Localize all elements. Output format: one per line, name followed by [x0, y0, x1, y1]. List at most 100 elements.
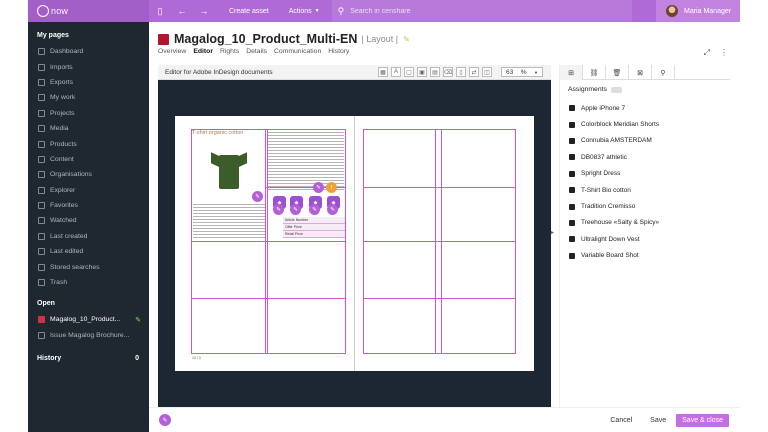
more-options-icon[interactable]: ⋮ [720, 48, 728, 58]
count-badge [610, 86, 622, 93]
product-cube-icon [569, 187, 575, 194]
zoom-select[interactable]: 63 % ▼ [501, 67, 543, 77]
page-icon[interactable]: ▯ [456, 67, 466, 77]
brand-text: now [51, 6, 69, 16]
user-menu[interactable]: Maria Manager [656, 0, 740, 22]
sidebar-item-watched[interactable]: Watched [28, 213, 149, 228]
edit-badge-icon[interactable]: ✎ [290, 204, 301, 215]
top-bar: now ▯ ← → Create asset Actions ▼ ⚲ Maria… [28, 0, 740, 22]
my-pages-heading: My pages [37, 32, 69, 39]
page-title: Magalog_10_Product_Multi-EN [174, 32, 358, 46]
sidebar-item-content[interactable]: Content [28, 152, 149, 167]
open-item-issue-magalog[interactable]: Issue Magalog Brochure... [28, 328, 149, 343]
pencil-icon[interactable]: ✎ [403, 35, 410, 44]
list-item[interactable]: Treehouse «Salty & Spicy» [560, 215, 730, 231]
watched-icon [38, 217, 45, 225]
price-table[interactable]: Article Number Offer Price Retail Price [283, 217, 345, 238]
link-icon[interactable]: ⛓ [583, 65, 606, 80]
sidebar-item-trash[interactable]: Trash [28, 275, 149, 290]
edit-badge-icon[interactable]: ✎ [273, 204, 284, 215]
sidebar-item-products[interactable]: Products [28, 136, 149, 151]
sidebar-item-exports[interactable]: Exports [28, 75, 149, 90]
search-bar[interactable]: ⚲ [331, 0, 632, 22]
panel-tabs: ⊞ ⛓ 🗑 ⊠ ⚲ [560, 65, 730, 80]
text-icon[interactable]: A [391, 67, 401, 77]
sidebar-item-imports[interactable]: Imports [28, 59, 149, 74]
fit-icon[interactable]: ▤ [430, 67, 440, 77]
organisations-icon [38, 171, 45, 179]
guide-line [191, 298, 346, 299]
sidebar-item-favorites[interactable]: Favorites [28, 198, 149, 213]
product-heading[interactable]: T-shirt organic cotton [192, 130, 243, 136]
media-icon [38, 125, 45, 133]
expand-icon[interactable]: ⤢ [704, 48, 710, 58]
right-page[interactable] [355, 116, 534, 371]
sidebar-toggle-icon[interactable]: ▯ [149, 0, 171, 22]
publication-icon [38, 316, 45, 324]
window-controls: ⤢ ⋮ [704, 48, 728, 58]
list-item[interactable]: Connubia AMSTERDAM [560, 133, 730, 149]
frame-icon[interactable]: ▢ [404, 67, 414, 77]
work-icon [38, 94, 45, 102]
guide-line [363, 129, 516, 130]
tab-history[interactable]: History [328, 48, 349, 55]
tab-rights[interactable]: Rights [220, 48, 239, 55]
edit-badge-icon[interactable]: ✎ [252, 191, 263, 202]
trash-icon[interactable]: ⌫ [443, 67, 453, 77]
tab-details[interactable]: Details [246, 48, 267, 55]
grid-icon[interactable]: ▦ [378, 67, 388, 77]
list-item[interactable]: Tradition Cremisso [560, 198, 730, 214]
edit-badge-icon[interactable]: ✎ [313, 182, 324, 193]
list-item[interactable]: Ultralight Down Vest [560, 231, 730, 247]
forward-arrow-icon[interactable]: → [193, 0, 215, 22]
page-spread[interactable]: T-shirt organic cotton ✎ ✎ ! ◆ ◆ ◆ ◆ ✎ ✎… [175, 116, 534, 371]
swap-icon[interactable]: ⇄ [469, 67, 479, 77]
warning-badge-icon[interactable]: ! [326, 182, 337, 193]
save-and-close-button[interactable]: Save & close [676, 413, 729, 427]
sidebar-item-media[interactable]: Media [28, 121, 149, 136]
cancel-button[interactable]: Cancel [602, 417, 640, 424]
edit-badge-icon[interactable]: ✎ [309, 204, 320, 215]
tab-editor[interactable]: Editor [193, 48, 213, 55]
edit-badge-icon[interactable]: ✎ [327, 204, 338, 215]
list-item[interactable]: Colorblock Meridian Shorts [560, 116, 730, 132]
left-page[interactable]: T-shirt organic cotton ✎ ✎ ! ◆ ◆ ◆ ◆ ✎ ✎… [175, 116, 354, 371]
stored-searches-icon [38, 263, 45, 271]
list-item[interactable]: Spright Dress [560, 166, 730, 182]
trash-icon[interactable]: 🗑 [606, 65, 629, 80]
sidebar-item-my-work[interactable]: My work [28, 90, 149, 105]
chevron-down-icon: ▼ [314, 8, 320, 14]
save-button[interactable]: Save [640, 417, 676, 424]
tab-overview[interactable]: Overview [158, 48, 186, 55]
product-cube-icon [569, 236, 575, 243]
sidebar-item-organisations[interactable]: Organisations [28, 167, 149, 182]
panel-resize-handle[interactable]: ▸ [551, 229, 558, 236]
description-text-block[interactable] [193, 204, 265, 239]
create-asset-button[interactable]: Create asset [223, 0, 275, 22]
sidebar-item-explorer[interactable]: Explorer [28, 183, 149, 198]
open-item-magalog[interactable]: Magalog_10_Product... ✎ [28, 312, 149, 327]
list-item[interactable]: DB0837 athletic [560, 149, 730, 165]
history-heading[interactable]: History 0 [28, 355, 149, 362]
close-box-icon[interactable]: ⊠ [629, 65, 652, 80]
brand-logo[interactable]: now [28, 0, 149, 22]
back-arrow-icon[interactable]: ← [171, 0, 193, 22]
sidebar-item-stored-searches[interactable]: Stored searches [28, 259, 149, 274]
image-icon[interactable]: ▣ [417, 67, 427, 77]
sidebar-item-dashboard[interactable]: Dashboard [28, 44, 149, 59]
list-item[interactable]: Variable Board Shot [560, 248, 730, 264]
pin-icon[interactable]: ✎ [159, 414, 171, 426]
search-input[interactable] [350, 7, 601, 15]
list-item[interactable]: T-Shirt Bio cotton [560, 182, 730, 198]
structure-icon[interactable]: ⊞ [560, 65, 583, 80]
list-item[interactable]: Apple iPhone 7 [560, 100, 730, 116]
actions-menu-button[interactable]: Actions ▼ [283, 0, 326, 22]
product-cube-icon [569, 105, 575, 112]
search-icon[interactable]: ⚲ [652, 65, 675, 80]
asset-type-label: | Layout | [361, 34, 399, 44]
split-icon[interactable]: ◫ [482, 67, 492, 77]
tab-communication[interactable]: Communication [274, 48, 321, 55]
sidebar-item-last-created[interactable]: Last created [28, 229, 149, 244]
sidebar-item-projects[interactable]: Projects [28, 106, 149, 121]
sidebar-item-last-edited[interactable]: Last edited [28, 244, 149, 259]
